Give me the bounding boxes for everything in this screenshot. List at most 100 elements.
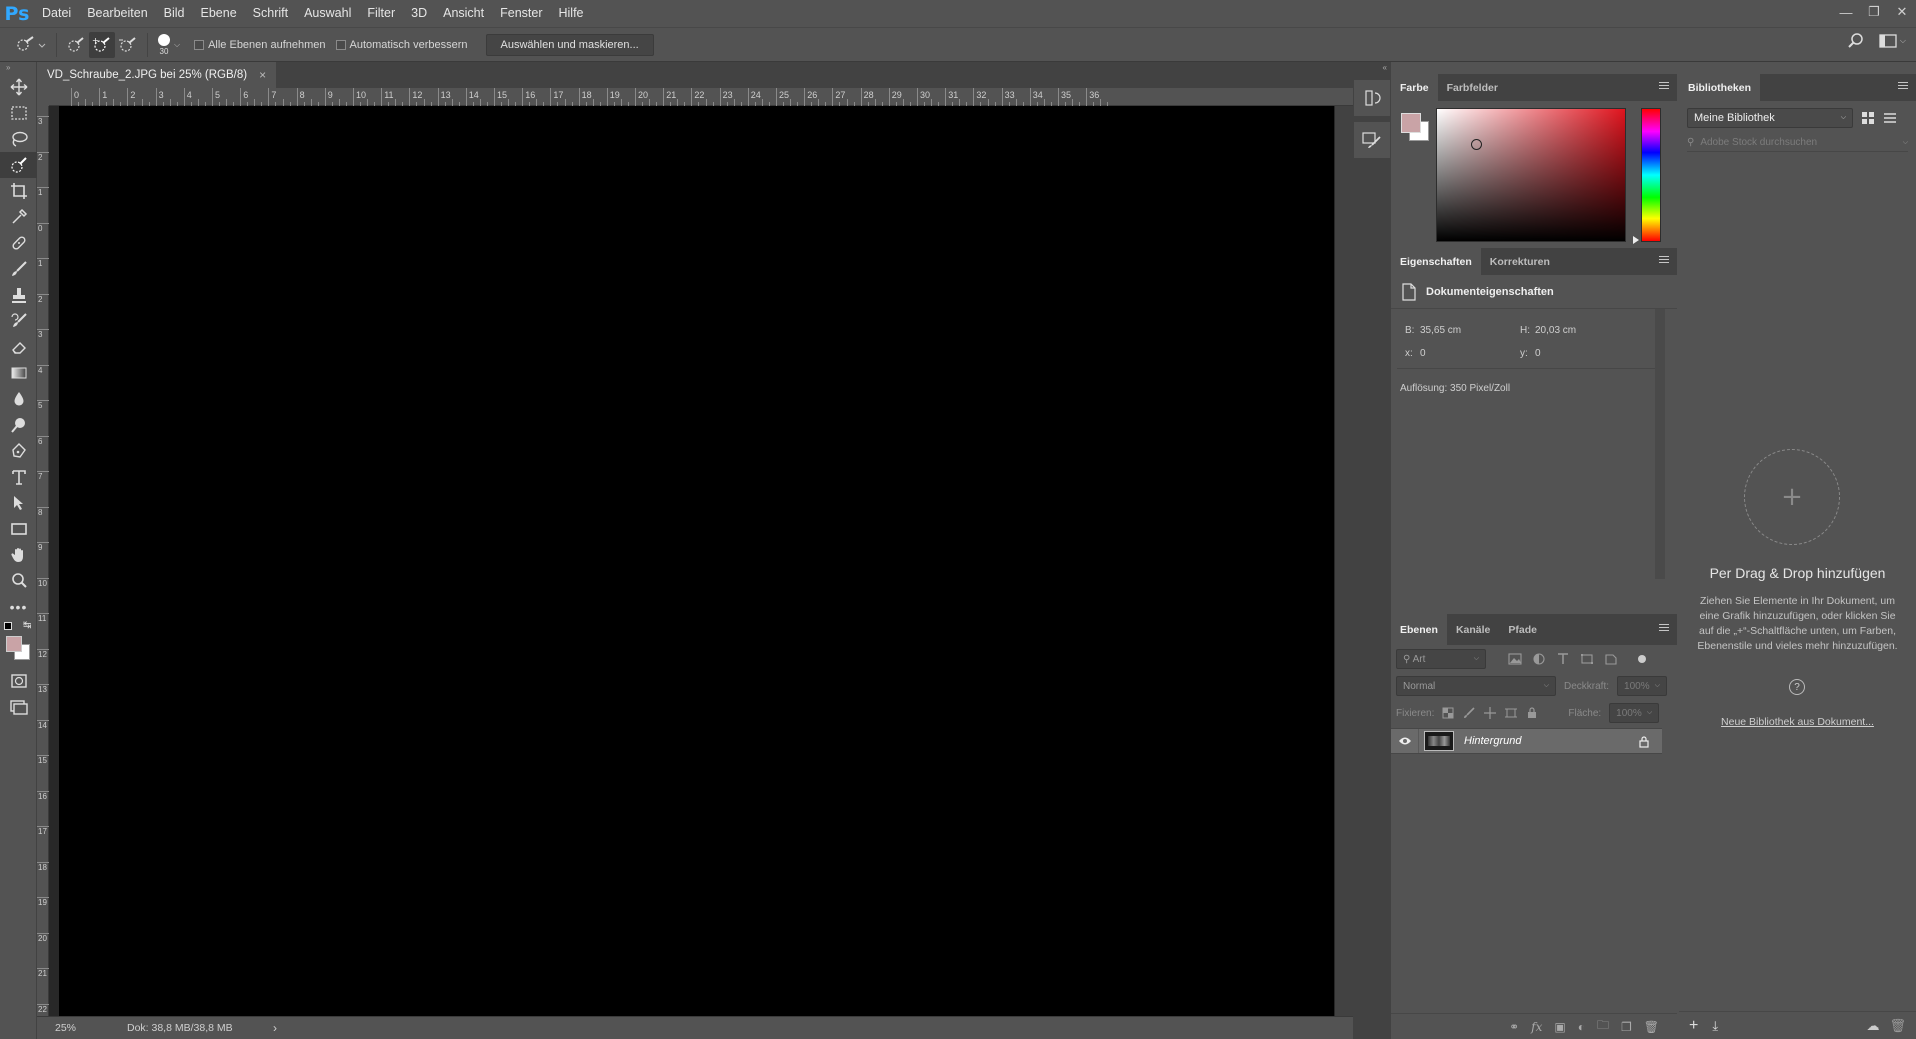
panel-menu-icon[interactable] [1659, 82, 1669, 92]
hue-slider[interactable] [1641, 108, 1661, 242]
tab-pfade[interactable]: Pfade [1499, 614, 1546, 645]
horizontal-ruler[interactable]: 0 1 2 3 4 5 6 7 8 9 10 11 12 13 14 15 16 17 18 19 20 21 22 23 24… [49, 88, 1353, 106]
layer-visibility-toggle[interactable] [1391, 729, 1419, 753]
lasso-tool[interactable] [0, 126, 37, 152]
filter-adjustment-icon[interactable] [1532, 653, 1546, 665]
add-mask-icon[interactable]: ▣ [1554, 1020, 1565, 1034]
new-selection-mode-button[interactable] [63, 32, 89, 58]
help-icon[interactable]: ? [1789, 679, 1805, 695]
healing-brush-tool[interactable] [0, 230, 37, 256]
zoom-tool[interactable] [0, 568, 37, 594]
filter-shape-icon[interactable] [1580, 653, 1594, 665]
add-to-selection-mode-button[interactable]: + [89, 31, 115, 58]
foreground-color-swatch[interactable] [1401, 113, 1421, 133]
menu-hilfe[interactable]: Hilfe [551, 0, 592, 27]
brush-tool[interactable] [0, 256, 37, 282]
layer-name[interactable]: Hintergrund [1464, 735, 1638, 747]
adjustment-layer-icon[interactable]: ◐ [1578, 1020, 1585, 1034]
panel-menu-icon[interactable] [1898, 82, 1908, 92]
hue-slider-marker-icon[interactable] [1633, 236, 1639, 244]
workspace-switcher[interactable]: ⌵ [1879, 33, 1906, 49]
menu-filter[interactable]: Filter [359, 0, 403, 27]
rectangle-tool[interactable] [0, 516, 37, 542]
delete-icon[interactable]: 🗑 [1889, 1018, 1906, 1034]
lock-artboard-icon[interactable] [1505, 707, 1518, 719]
gradient-tool[interactable] [0, 360, 37, 386]
menu-datei[interactable]: Datei [34, 0, 79, 27]
ruler-origin[interactable] [37, 88, 49, 106]
stock-search-input[interactable]: ⚲ Adobe Stock durchsuchen ⌵ [1687, 134, 1908, 152]
swap-colors-icon[interactable]: ↹ [23, 620, 31, 631]
tab-farbfelder[interactable]: Farbfelder [1438, 74, 1507, 101]
delete-layer-icon[interactable]: 🗑 [1644, 1020, 1659, 1034]
list-view-icon[interactable] [1883, 111, 1897, 125]
marquee-tool[interactable] [0, 100, 37, 126]
lock-position-icon[interactable] [1484, 707, 1497, 719]
layer-row[interactable]: Hintergrund [1391, 728, 1662, 754]
filter-toggle-icon[interactable] [1638, 655, 1646, 663]
panel-menu-icon[interactable] [1659, 624, 1669, 634]
foreground-color-swatch[interactable] [6, 636, 22, 652]
new-library-from-document-link[interactable]: Neue Bibliothek aus Dokument... [1679, 716, 1916, 728]
close-icon[interactable]: ✕ [1888, 0, 1916, 24]
x-value[interactable]: 0 [1420, 348, 1426, 359]
tab-kanaele[interactable]: Kanäle [1447, 614, 1499, 645]
eyedropper-tool[interactable] [0, 204, 37, 230]
select-and-mask-button[interactable]: Auswählen und maskieren... [485, 33, 654, 56]
status-menu-arrow[interactable]: › [273, 1021, 277, 1035]
dodge-tool[interactable] [0, 412, 37, 438]
lock-pixels-icon[interactable] [1463, 707, 1475, 719]
quick-mask-button[interactable] [0, 668, 37, 694]
link-layers-icon[interactable]: ⚭ [1509, 1020, 1519, 1034]
sample-all-layers-checkbox[interactable]: Alle Ebenen aufnehmen [194, 39, 326, 51]
eraser-tool[interactable] [0, 334, 37, 360]
document-canvas[interactable] [59, 106, 1334, 1016]
new-layer-icon[interactable]: ❐ [1621, 1020, 1632, 1034]
menu-schrift[interactable]: Schrift [245, 0, 296, 27]
brush-settings-panel-button[interactable] [1354, 122, 1390, 158]
restore-icon[interactable]: ❐ [1860, 0, 1888, 24]
layer-thumbnail[interactable] [1424, 731, 1454, 751]
tab-ebenen[interactable]: Ebenen [1391, 614, 1447, 645]
blend-mode-dropdown[interactable]: Normal ⌵ [1396, 676, 1556, 696]
lock-transparency-icon[interactable] [1442, 707, 1454, 719]
vertical-scrollbar[interactable] [1335, 106, 1353, 1016]
upload-icon[interactable]: ⤓ [1712, 1018, 1718, 1034]
library-select-dropdown[interactable]: Meine Bibliothek ⌵ [1687, 108, 1853, 128]
menu-ansicht[interactable]: Ansicht [435, 0, 492, 27]
history-brush-tool[interactable] [0, 308, 37, 334]
menu-auswahl[interactable]: Auswahl [296, 0, 359, 27]
layer-filter-dropdown[interactable]: ⚲ Art ⌵ [1396, 649, 1486, 669]
search-icon[interactable] [1847, 32, 1865, 50]
brush-size-picker[interactable]: 30 ⌵ [158, 33, 180, 56]
width-value[interactable]: 35,65 cm [1420, 325, 1461, 336]
clone-stamp-tool[interactable] [0, 282, 37, 308]
color-picker-cursor[interactable] [1471, 139, 1482, 150]
menu-ebene[interactable]: Ebene [193, 0, 245, 27]
library-dropzone[interactable]: + [1744, 449, 1840, 545]
tab-korrekturen[interactable]: Korrekturen [1481, 248, 1559, 275]
color-picker-field[interactable] [1436, 108, 1626, 242]
fill-input[interactable]: 100% ⌵ [1609, 703, 1660, 723]
toolbar-collapse-icon[interactable]: » [0, 62, 36, 74]
crop-tool[interactable] [0, 178, 37, 204]
chevron-down-icon[interactable]: ⌵ [1903, 139, 1908, 147]
filter-type-icon[interactable] [1556, 653, 1570, 665]
zoom-level[interactable]: 25% [55, 1022, 105, 1034]
layer-style-fx-icon[interactable]: fx [1531, 1020, 1542, 1034]
new-group-icon[interactable]: 🗀 [1597, 1016, 1609, 1037]
panel-menu-icon[interactable] [1659, 256, 1669, 266]
auto-enhance-checkbox[interactable]: Automatisch verbessern [335, 39, 468, 51]
filter-smart-object-icon[interactable] [1604, 653, 1618, 665]
tab-bibliotheken[interactable]: Bibliotheken [1679, 74, 1761, 101]
close-tab-icon[interactable]: × [259, 68, 266, 82]
type-tool[interactable] [0, 464, 37, 490]
sync-status-icon[interactable]: ☁ [1866, 1018, 1879, 1034]
blur-tool[interactable] [0, 386, 37, 412]
add-element-icon[interactable]: + [1689, 1017, 1698, 1035]
subtract-from-selection-mode-button[interactable] [115, 32, 141, 58]
menu-bild[interactable]: Bild [156, 0, 193, 27]
lock-all-icon[interactable] [1526, 707, 1538, 719]
height-value[interactable]: 20,03 cm [1535, 325, 1576, 336]
vertical-ruler[interactable]: 3 2 1 0 1 2 3 4 5 6 7 8 9 10 11 12 13 14 15 16 17 18 19 20 21 22 [37, 106, 49, 1016]
